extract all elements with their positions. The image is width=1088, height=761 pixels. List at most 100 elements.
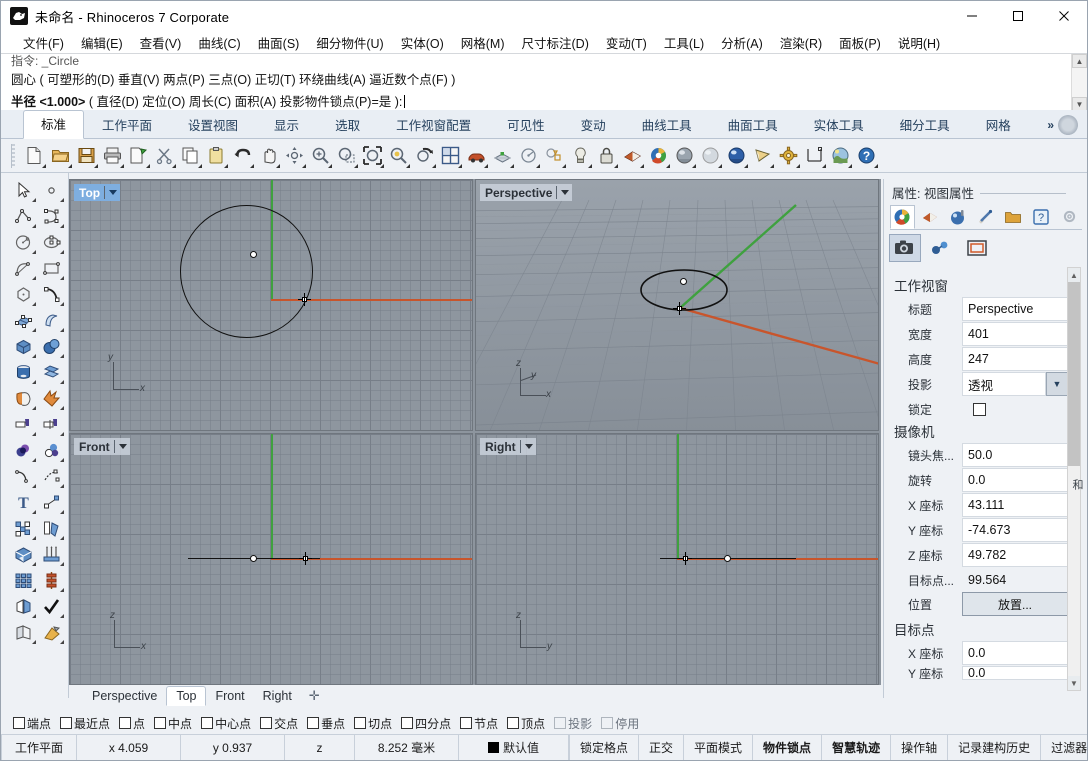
cplane-icon[interactable] xyxy=(9,541,37,567)
flyout-corner-icon[interactable] xyxy=(432,163,436,168)
flyout-corner-icon[interactable] xyxy=(32,224,36,228)
flyout-corner-icon[interactable] xyxy=(588,163,592,168)
subtab-render[interactable] xyxy=(926,235,956,261)
prop-value-title[interactable]: Perspective xyxy=(962,297,1068,321)
osnap-8[interactable]: 四分点 xyxy=(401,715,451,732)
viewport-label-front[interactable]: Front xyxy=(74,438,130,455)
command-prompt-active[interactable]: 半径 <1.000> ( 直径(D) 定位(O) 周长(C) 面积(A) 投影物… xyxy=(11,91,406,110)
flyout-corner-icon[interactable] xyxy=(614,163,618,168)
ribbon-tab-0[interactable]: 标准 xyxy=(23,110,85,139)
flyout-corner-icon[interactable] xyxy=(484,163,488,168)
osnap-checkbox-7[interactable] xyxy=(354,717,367,729)
prop-value-target-x[interactable]: 0.0 xyxy=(962,641,1068,665)
text-icon[interactable]: T xyxy=(9,489,37,515)
viewport-label-top[interactable]: Top xyxy=(74,184,121,201)
flyout-corner-icon[interactable] xyxy=(32,354,36,358)
shaded-sphere-icon[interactable] xyxy=(672,143,697,169)
flyout-corner-icon[interactable] xyxy=(744,163,748,168)
ribbon-tab-11[interactable]: 细分工具 xyxy=(882,112,968,138)
copy-object-icon[interactable] xyxy=(37,515,65,541)
menu-item-6[interactable]: 实体(O) xyxy=(393,31,453,54)
flyout-corner-icon[interactable] xyxy=(32,640,36,644)
flyout-corner-icon[interactable] xyxy=(146,163,150,168)
menu-item-1[interactable]: 编辑(E) xyxy=(73,31,132,54)
osnap-checkbox-2[interactable] xyxy=(119,717,132,729)
osnap-checkbox-5[interactable] xyxy=(260,717,273,729)
status-cell-3[interactable]: z xyxy=(285,734,355,760)
prop-value-projection[interactable]: 透视 xyxy=(962,372,1046,396)
viewport-layout-icon[interactable] xyxy=(438,143,463,169)
prop-value-camera-y[interactable]: -74.673 xyxy=(962,518,1068,542)
tab-display[interactable] xyxy=(973,205,998,229)
box-icon[interactable] xyxy=(9,333,37,359)
prop-value-target-y[interactable]: 0.0 xyxy=(962,666,1068,680)
flyout-corner-icon[interactable] xyxy=(32,510,36,514)
flyout-corner-icon[interactable] xyxy=(224,163,228,168)
osnap-3[interactable]: 中点 xyxy=(154,715,192,732)
open-file-icon[interactable] xyxy=(48,143,73,169)
curve-fillet-icon[interactable] xyxy=(37,281,65,307)
menu-item-7[interactable]: 网格(M) xyxy=(453,31,514,54)
polyline-icon[interactable] xyxy=(9,203,37,229)
array-linear-icon[interactable] xyxy=(37,541,65,567)
minimize-button[interactable] xyxy=(949,1,995,31)
flyout-corner-icon[interactable] xyxy=(60,302,64,306)
scroll-up-icon[interactable]: ▲ xyxy=(1072,54,1087,68)
boolean-intersect-icon[interactable] xyxy=(37,437,65,463)
prop-value-height[interactable]: 247 xyxy=(962,347,1068,371)
viewport-right[interactable]: z y Right xyxy=(475,433,879,685)
menu-item-9[interactable]: 变动(T) xyxy=(598,31,656,54)
flyout-corner-icon[interactable] xyxy=(692,163,696,168)
explode-icon[interactable] xyxy=(37,385,65,411)
flyout-corner-icon[interactable] xyxy=(718,163,722,168)
circle-center-point-front[interactable] xyxy=(250,555,257,562)
viewport-tab-perspective[interactable]: Perspective xyxy=(83,687,166,705)
viewport-perspective[interactable]: z y x Perspective xyxy=(475,179,879,431)
ellipse-icon[interactable] xyxy=(37,229,65,255)
arc-icon[interactable] xyxy=(9,255,37,281)
osnap-7[interactable]: 切点 xyxy=(354,715,392,732)
flyout-corner-icon[interactable] xyxy=(42,163,46,168)
offset-curve-icon[interactable] xyxy=(9,463,37,489)
blend-curve-icon[interactable] xyxy=(37,463,65,489)
flyout-corner-icon[interactable] xyxy=(60,224,64,228)
undo-view-icon[interactable] xyxy=(412,143,437,169)
flyout-corner-icon[interactable] xyxy=(60,536,64,540)
point-icon[interactable] xyxy=(37,177,65,203)
flyout-corner-icon[interactable] xyxy=(32,536,36,540)
rectangle-icon[interactable] xyxy=(37,255,65,281)
rendered-sphere-icon[interactable] xyxy=(724,143,749,169)
flyout-corner-icon[interactable] xyxy=(60,406,64,410)
osnap-checkbox-1[interactable] xyxy=(60,717,73,729)
flyout-corner-icon[interactable] xyxy=(60,380,64,384)
flyout-corner-icon[interactable] xyxy=(60,432,64,436)
layer-color-swatch[interactable] xyxy=(487,742,499,753)
prop-value-width[interactable]: 401 xyxy=(962,322,1068,346)
osnap-4[interactable]: 中心点 xyxy=(201,715,251,732)
surface-edit-icon[interactable] xyxy=(37,359,65,385)
zoom-extents-icon[interactable] xyxy=(360,143,385,169)
chevron-down-icon-right[interactable] xyxy=(524,444,533,449)
mirror-icon[interactable] xyxy=(9,593,37,619)
viewport-top[interactable]: y x Top xyxy=(69,179,473,431)
array-polar-icon[interactable] xyxy=(37,567,65,593)
status-toggle-4[interactable]: 智慧轨迹 xyxy=(821,734,890,760)
array-grid-icon[interactable] xyxy=(9,567,37,593)
menu-item-10[interactable]: 工具(L) xyxy=(656,31,713,54)
tab-folder[interactable] xyxy=(1001,205,1026,229)
surface-from-points-icon[interactable] xyxy=(9,307,37,333)
flyout-corner-icon[interactable] xyxy=(796,163,800,168)
ribbon-tab-8[interactable]: 曲线工具 xyxy=(624,112,710,138)
help-icon[interactable]: ? xyxy=(854,143,879,169)
status-layer-cell[interactable]: 默认值 xyxy=(459,734,569,760)
scale-icon[interactable] xyxy=(37,489,65,515)
extrude-surface-icon[interactable] xyxy=(37,307,65,333)
flyout-corner-icon[interactable] xyxy=(60,276,64,280)
save-file-icon[interactable] xyxy=(74,143,99,169)
osnap-1[interactable]: 最近点 xyxy=(60,715,110,732)
zoom-in-icon[interactable] xyxy=(308,143,333,169)
osnap-2[interactable]: 点 xyxy=(119,715,145,732)
flyout-corner-icon[interactable] xyxy=(380,163,384,168)
flyout-corner-icon[interactable] xyxy=(354,163,358,168)
group-icon[interactable] xyxy=(9,515,37,541)
